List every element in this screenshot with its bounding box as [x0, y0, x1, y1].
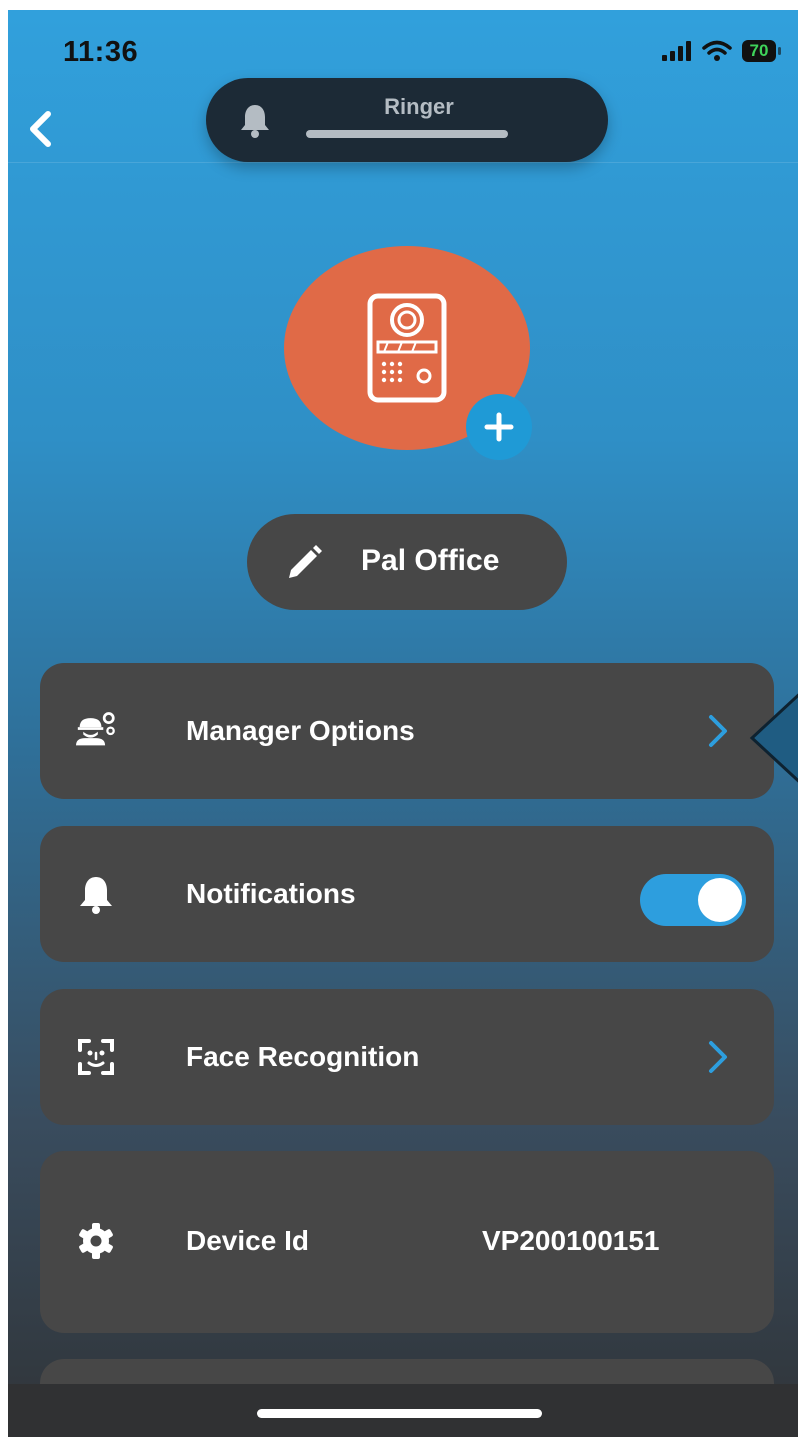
- chevron-right-icon: [709, 715, 727, 747]
- toggle-knob: [698, 878, 742, 922]
- status-time: 11:36: [63, 36, 139, 68]
- chevron-left-icon: [30, 111, 51, 147]
- device-id-value: VP200100151: [482, 1225, 660, 1256]
- battery-icon: 70: [742, 40, 781, 62]
- home-indicator[interactable]: [257, 1409, 542, 1418]
- ringer-volume-bar: [306, 130, 508, 138]
- face-recognition-label: Face Recognition: [186, 1041, 420, 1072]
- device-id-label: Device Id: [186, 1225, 309, 1256]
- add-photo-button[interactable]: [466, 394, 532, 460]
- notifications-label: Notifications: [186, 878, 356, 909]
- face-recognition-row[interactable]: Face Recognition: [40, 989, 774, 1125]
- face-scan-icon: [78, 1039, 114, 1075]
- tooltip-pointer: [749, 693, 798, 783]
- edit-name-button[interactable]: Pal Office: [247, 514, 567, 610]
- ringer-label: Ringer: [384, 94, 454, 119]
- device-id-row: Device Id VP200100151: [40, 1151, 774, 1333]
- status-icons: 70: [662, 40, 781, 62]
- doorbell-icon: [367, 293, 447, 403]
- chevron-right-icon: [709, 1041, 727, 1073]
- bell-icon: [241, 105, 269, 138]
- manager-options-label: Manager Options: [186, 715, 415, 746]
- ringer-indicator: Ringer: [206, 78, 608, 162]
- signal-icon: [662, 41, 691, 61]
- pencil-icon: [289, 545, 322, 578]
- notifications-row: Notifications: [40, 826, 774, 962]
- header-divider: [8, 162, 798, 163]
- manager-gear-icon: [76, 712, 115, 746]
- device-name: Pal Office: [361, 544, 500, 577]
- gear-icon: [79, 1223, 113, 1259]
- bell-icon: [80, 877, 112, 914]
- manager-options-row[interactable]: Manager Options: [40, 663, 774, 799]
- screen: 11:36 70 Ringer Pal Office Manager Optio…: [8, 10, 798, 1437]
- wifi-icon: [702, 40, 732, 61]
- back-button[interactable]: [22, 106, 62, 152]
- plus-icon: [484, 412, 514, 442]
- notifications-toggle[interactable]: [640, 874, 746, 926]
